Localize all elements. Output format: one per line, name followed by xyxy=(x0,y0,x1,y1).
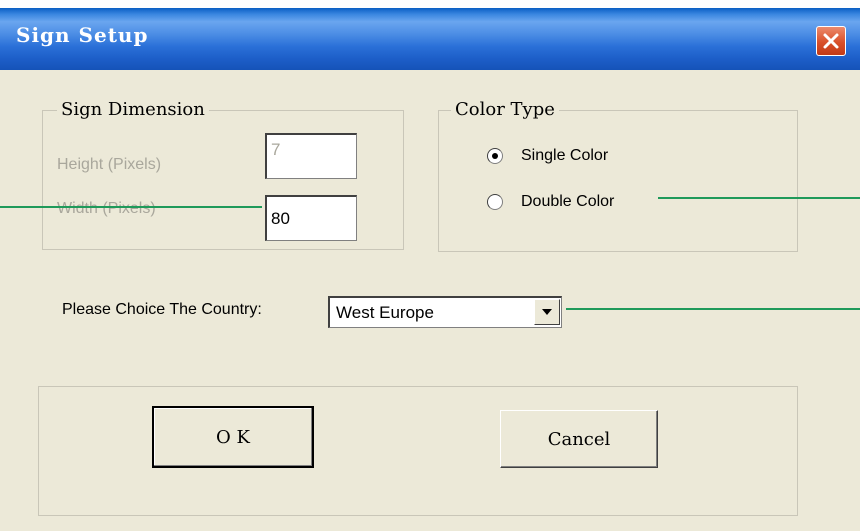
double-color-callout-line xyxy=(658,197,860,199)
sign-dimension-group: Sign Dimension Height (Pixels) 7 Width (… xyxy=(42,99,404,250)
radio-selected-dot xyxy=(492,153,498,159)
close-button[interactable] xyxy=(816,26,846,56)
country-dropdown-button[interactable] xyxy=(534,299,560,325)
country-callout-line xyxy=(566,308,860,310)
dialog-body: Sign Dimension Height (Pixels) 7 Width (… xyxy=(0,70,860,531)
width-label: Width (Pixels) xyxy=(57,200,156,217)
close-icon xyxy=(823,33,839,49)
double-color-radio[interactable] xyxy=(487,194,503,210)
cancel-button[interactable]: Cancel xyxy=(500,410,658,468)
single-color-label[interactable]: Single Color xyxy=(521,146,608,166)
country-label: Please Choice The Country: xyxy=(62,301,262,318)
height-field: 7 xyxy=(265,133,357,179)
sign-setup-dialog: Sign Setup Sign Dimension Height (Pixels… xyxy=(0,8,860,531)
width-callout-line xyxy=(0,206,262,208)
sign-dimension-group-label: Sign Dimension xyxy=(57,99,209,121)
window-title: Sign Setup xyxy=(16,23,149,47)
color-type-group-label: Color Type xyxy=(451,99,559,121)
width-field[interactable]: 80 xyxy=(265,195,357,241)
country-selected-value: West Europe xyxy=(336,303,434,322)
color-type-group: Color Type Single Color Double Color xyxy=(438,99,798,252)
ok-button[interactable]: O K xyxy=(152,406,314,468)
chevron-down-icon xyxy=(542,309,552,315)
title-bar[interactable]: Sign Setup xyxy=(0,8,860,70)
height-label: Height (Pixels) xyxy=(57,156,162,173)
country-select[interactable]: West Europe xyxy=(328,296,562,328)
single-color-radio[interactable] xyxy=(487,148,503,164)
double-color-label[interactable]: Double Color xyxy=(521,192,614,212)
